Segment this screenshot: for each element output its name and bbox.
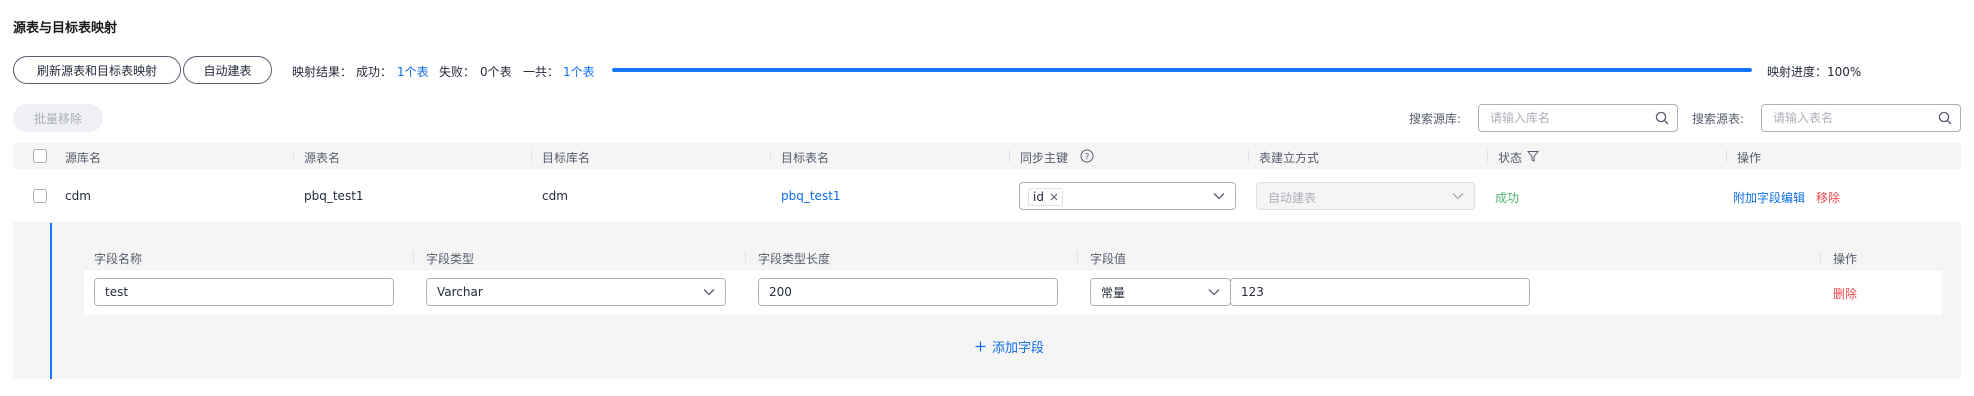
chevron-down-icon <box>1213 193 1225 200</box>
mapping-result-label: 映射结果： <box>292 65 353 79</box>
header-field-value: 字段值 <box>1090 252 1127 266</box>
row-source-db: cdm <box>65 189 91 203</box>
header-field-actions: 操作 <box>1833 252 1858 266</box>
header-field-type: 字段类型 <box>426 252 475 266</box>
refresh-mapping-button[interactable]: 刷新源表和目标表映射 <box>13 56 181 84</box>
field-value-mode: 常量 <box>1101 285 1126 300</box>
total-label: 一共： <box>523 65 560 79</box>
field-name-input[interactable]: test <box>94 278 394 306</box>
close-icon[interactable] <box>1050 193 1058 201</box>
extra-fields-header: 字段名称 字段类型 字段类型长度 字段值 操作 <box>84 244 1942 270</box>
auto-create-table-button[interactable]: 自动建表 <box>183 56 272 84</box>
search-source-table-input[interactable] <box>1773 105 1933 131</box>
search-source-db-label: 搜索源库: <box>1409 112 1462 126</box>
mapping-table-header: 源库名 源表名 目标库名 目标表名 同步主键 ? 表建立方式 状态 操作 <box>13 143 1961 169</box>
field-value-mode-select[interactable]: 常量 <box>1090 278 1231 306</box>
page-title: 源表与目标表映射 <box>13 21 118 36</box>
create-mode-select[interactable]: 自动建表 <box>1256 182 1475 210</box>
search-icon[interactable] <box>1655 111 1669 125</box>
add-field-button[interactable]: 添加字段 <box>975 337 1044 356</box>
search-source-table-label: 搜索源表: <box>1692 112 1745 126</box>
field-length-input[interactable]: 200 <box>758 278 1058 306</box>
batch-remove-button[interactable]: 批量移除 <box>13 104 103 132</box>
header-target-db: 目标库名 <box>542 151 591 165</box>
field-value-input[interactable]: 123 <box>1230 278 1530 306</box>
fail-count: 0个表 <box>480 65 512 79</box>
extra-field-row: test Varchar 200 常量 123 删除 <box>84 270 1942 315</box>
header-create-mode: 表建立方式 <box>1259 151 1320 165</box>
total-count-link[interactable]: 1个表 <box>563 63 595 80</box>
search-icon[interactable] <box>1938 111 1952 125</box>
create-mode-value: 自动建表 <box>1268 191 1317 205</box>
header-actions: 操作 <box>1737 151 1762 165</box>
search-source-table-box <box>1761 104 1961 132</box>
header-sync-pk: 同步主键 <box>1020 151 1069 165</box>
pk-tag-label: id <box>1033 190 1044 204</box>
success-count-link[interactable]: 1个表 <box>397 63 429 80</box>
chevron-down-icon <box>703 289 715 296</box>
pk-tag: id <box>1028 188 1063 206</box>
mapping-progress-bar <box>612 68 1752 72</box>
header-source-table: 源表名 <box>304 151 341 165</box>
help-icon[interactable]: ? <box>1080 149 1094 163</box>
search-source-db-box <box>1478 104 1678 132</box>
field-type-value: Varchar <box>437 285 483 299</box>
row-checkbox[interactable] <box>33 189 47 203</box>
header-source-db: 源库名 <box>65 151 102 165</box>
select-all-checkbox[interactable] <box>33 149 47 163</box>
delete-field-link[interactable]: 删除 <box>1833 285 1857 302</box>
row-target-table-link[interactable]: pbq_test1 <box>781 189 841 203</box>
mapping-progress-fill <box>612 68 1752 72</box>
edit-extra-fields-link[interactable]: 附加字段编辑 <box>1733 189 1805 206</box>
svg-text:?: ? <box>1085 153 1090 163</box>
search-source-db-input[interactable] <box>1490 105 1650 131</box>
header-status: 状态 <box>1498 151 1523 165</box>
row-status: 成功 <box>1495 191 1520 205</box>
chevron-down-icon <box>1208 289 1220 296</box>
success-label: 成功： <box>356 65 393 79</box>
plus-icon <box>975 341 986 352</box>
expand-accent-bar <box>50 223 52 379</box>
filter-icon[interactable] <box>1527 150 1539 162</box>
field-type-select[interactable]: Varchar <box>426 278 726 306</box>
remove-link[interactable]: 移除 <box>1816 189 1840 206</box>
row-target-db: cdm <box>542 189 568 203</box>
add-field-label: 添加字段 <box>992 341 1045 356</box>
sync-pk-select[interactable]: id <box>1019 182 1236 210</box>
header-field-name: 字段名称 <box>94 252 143 266</box>
header-field-length: 字段类型长度 <box>758 252 831 266</box>
fail-label: 失败： <box>439 65 476 79</box>
row-source-table: pbq_test1 <box>304 189 364 203</box>
progress-label: 映射进度：100% <box>1767 65 1862 79</box>
chevron-down-icon <box>1452 193 1464 200</box>
header-target-table: 目标表名 <box>781 151 830 165</box>
